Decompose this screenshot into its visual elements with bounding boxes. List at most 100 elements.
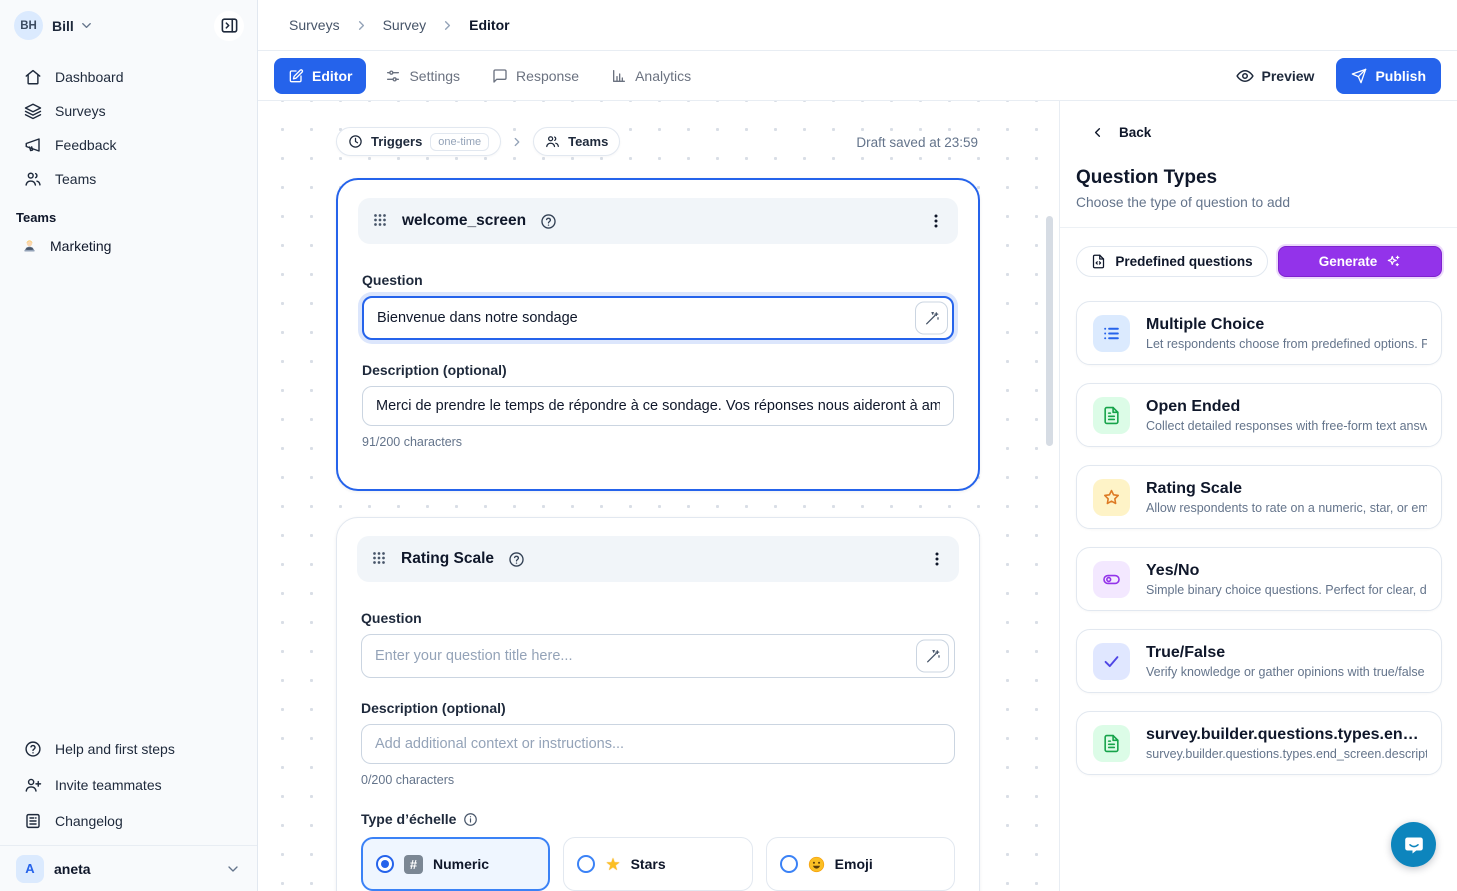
drag-handle-icon[interactable] — [371, 551, 387, 567]
panel-actions: Predefined questions Generate — [1076, 246, 1442, 277]
newspaper-icon — [24, 812, 42, 830]
question-type-true-false[interactable]: True/False Verify knowledge or gather op… — [1076, 629, 1442, 693]
question-card-rating-scale[interactable]: Rating Scale Question Description (optio… — [336, 517, 980, 891]
question-card-header: welcome_screen — [358, 198, 958, 244]
question-type-multiple-choice[interactable]: Multiple Choice Let respondents choose f… — [1076, 301, 1442, 365]
star-emoji-icon: ★ — [605, 856, 620, 873]
tab-label: Settings — [409, 68, 460, 84]
canvas-scrollbar[interactable] — [1046, 216, 1053, 446]
smiley-emoji-icon — [808, 856, 825, 873]
scale-option-stars[interactable]: ★ Stars — [563, 837, 752, 891]
sidebar-item-label: Help and first steps — [55, 741, 175, 757]
triggers-chip[interactable]: Triggers one-time — [336, 127, 501, 156]
sidebar-item-feedback[interactable]: Feedback — [0, 128, 257, 162]
star-icon — [1093, 479, 1130, 516]
user-menu[interactable]: A aneta — [0, 845, 257, 891]
radio-unselected-icon — [780, 855, 798, 873]
tab-response[interactable]: Response — [481, 58, 590, 94]
sidebar-item-label: Dashboard — [55, 69, 124, 85]
sliders-icon — [385, 68, 401, 84]
check-icon — [1093, 643, 1130, 680]
sidebar-item-surveys[interactable]: Surveys — [0, 94, 257, 128]
breadcrumb-survey[interactable]: Survey — [383, 17, 427, 33]
generate-label: Generate — [1319, 254, 1378, 269]
chevron-down-icon — [225, 861, 241, 877]
magic-wand-icon — [925, 648, 941, 664]
chat-launcher-button[interactable] — [1391, 822, 1436, 867]
file-text-icon — [1093, 397, 1130, 434]
question-type-yes-no[interactable]: Yes/No Simple binary choice questions. P… — [1076, 547, 1442, 611]
sidebar-item-teams[interactable]: Teams — [0, 162, 257, 196]
megaphone-icon — [24, 136, 42, 154]
question-title-input[interactable] — [362, 296, 954, 340]
question-type-open-ended[interactable]: Open Ended Collect detailed responses wi… — [1076, 383, 1442, 447]
chevron-down-icon — [79, 18, 94, 33]
teams-section-header: Teams — [0, 196, 257, 229]
question-title-input[interactable] — [361, 634, 955, 678]
predefined-questions-button[interactable]: Predefined questions — [1076, 246, 1268, 277]
canvas-chips: Triggers one-time Teams — [336, 127, 620, 156]
drag-handle-icon[interactable] — [372, 213, 388, 229]
sidebar-item-label: Changelog — [55, 813, 123, 829]
users-icon — [24, 170, 42, 188]
tab-settings[interactable]: Settings — [374, 58, 471, 94]
publish-label: Publish — [1375, 68, 1426, 84]
question-type-rating-scale[interactable]: Rating Scale Allow respondents to rate o… — [1076, 465, 1442, 529]
question-type-end-screen[interactable]: survey.builder.questions.types.end_scr..… — [1076, 711, 1442, 775]
tab-analytics[interactable]: Analytics — [600, 58, 702, 94]
scale-option-emoji[interactable]: Emoji — [766, 837, 955, 891]
question-description-input[interactable] — [361, 724, 955, 764]
workspace-switcher[interactable]: BH Bill — [0, 0, 257, 51]
sidebar-item-help[interactable]: Help and first steps — [0, 731, 257, 767]
back-button[interactable]: Back — [1090, 125, 1151, 140]
sidebar-item-dashboard[interactable]: Dashboard — [0, 60, 257, 94]
question-label: Question — [362, 272, 954, 288]
technologist-emoji-icon — [21, 238, 38, 255]
list-icon — [1093, 315, 1130, 352]
preview-label: Preview — [1262, 68, 1315, 84]
tab-editor[interactable]: Editor — [274, 58, 366, 94]
preview-button[interactable]: Preview — [1236, 67, 1315, 85]
tab-label: Analytics — [635, 68, 691, 84]
char-count: 91/200 characters — [362, 435, 954, 449]
sidebar-item-changelog[interactable]: Changelog — [0, 803, 257, 839]
question-card-header: Rating Scale — [357, 536, 959, 582]
kebab-menu-icon[interactable] — [928, 213, 944, 229]
workspace-name: Bill — [52, 18, 74, 34]
sidebar-item-label: Feedback — [55, 137, 116, 153]
publish-button[interactable]: Publish — [1336, 58, 1441, 94]
question-description-input[interactable] — [362, 386, 954, 426]
help-circle-icon[interactable] — [540, 213, 557, 230]
clock-icon — [348, 134, 363, 149]
editor-toolbar: Editor Settings Response Analytics Previ… — [258, 51, 1457, 101]
left-sidebar: BH Bill Dashboard Surveys F — [0, 0, 258, 891]
ai-rewrite-button[interactable] — [915, 302, 948, 335]
radio-unselected-icon — [577, 855, 595, 873]
sidebar-item-label: Teams — [55, 171, 96, 187]
file-text-icon — [1093, 725, 1130, 762]
breadcrumb-editor: Editor — [469, 17, 509, 33]
predefined-questions-label: Predefined questions — [1115, 254, 1252, 269]
message-square-icon — [492, 68, 508, 84]
question-card-welcome-screen[interactable]: welcome_screen Question Description (opt… — [336, 178, 980, 491]
sidebar-item-team-marketing[interactable]: Marketing — [0, 229, 257, 263]
sidebar-nav: Dashboard Surveys Feedback Teams — [0, 60, 257, 196]
user-avatar: A — [16, 855, 44, 883]
sidebar-collapse-button[interactable] — [214, 11, 244, 41]
teams-chip[interactable]: Teams — [533, 127, 620, 156]
generate-button[interactable]: Generate — [1278, 246, 1442, 277]
magic-wand-icon — [924, 310, 940, 326]
scale-option-numeric[interactable]: # Numeric — [361, 837, 550, 891]
ai-rewrite-button[interactable] — [916, 640, 949, 673]
info-icon[interactable] — [463, 812, 478, 827]
help-circle-icon[interactable] — [508, 551, 525, 568]
panel-subtitle: Choose the type of question to add — [1076, 195, 1290, 210]
sidebar-item-invite[interactable]: Invite teammates — [0, 767, 257, 803]
scale-option-label: Numeric — [433, 856, 489, 872]
question-type-list: Multiple Choice Let respondents choose f… — [1076, 301, 1442, 775]
scale-type-label: Type d’échelle — [361, 811, 955, 827]
description-label: Description (optional) — [362, 362, 954, 378]
layers-icon — [24, 102, 42, 120]
kebab-menu-icon[interactable] — [929, 551, 945, 567]
breadcrumb-surveys[interactable]: Surveys — [289, 17, 340, 33]
